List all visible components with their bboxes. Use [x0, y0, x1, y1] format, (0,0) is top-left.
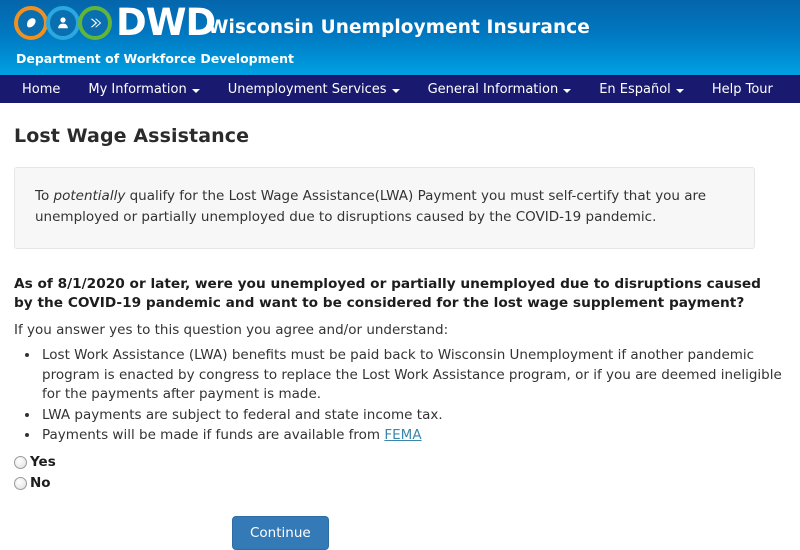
nav-item-general-information[interactable]: General Information — [414, 76, 586, 103]
list-item: LWA payments are subject to federal and … — [40, 406, 786, 426]
page-content: Lost Wage Assistance To potentially qual… — [0, 125, 800, 550]
info-box-text: To potentially qualify for the Lost Wage… — [35, 186, 734, 228]
list-item: Lost Work Assistance (LWA) benefits must… — [40, 346, 786, 405]
continue-button[interactable]: Continue — [232, 515, 329, 550]
page-title: Lost Wage Assistance — [14, 125, 250, 147]
certification-question: As of 8/1/2020 or later, were you unempl… — [14, 276, 761, 311]
nav-item-label: Help Tour — [711, 82, 773, 97]
info-box: To potentially qualify for the Lost Wage… — [14, 167, 755, 249]
radio-row-no[interactable]: No — [14, 473, 786, 494]
nav-item-label: General Information — [427, 82, 559, 97]
dwd-wordmark: DWD — [116, 1, 216, 44]
main-navigation: Home My Information Unemployment Service… — [0, 75, 800, 103]
hand-icon — [14, 6, 48, 40]
logo-circles — [14, 6, 112, 40]
answer-radio-group: Yes No — [14, 452, 786, 494]
site-header: DWD Wisconsin Unemployment Insurance Dep… — [0, 0, 800, 75]
nav-item-home[interactable]: Home — [8, 76, 74, 103]
nav-item-label: En Español — [599, 82, 671, 97]
agreement-intro: If you answer yes to this question you a… — [14, 322, 449, 338]
person-icon — [46, 6, 80, 40]
terms-list: Lost Work Assistance (LWA) benefits must… — [14, 346, 786, 446]
chevron-down-icon — [563, 88, 572, 93]
nav-item-label: My Information — [88, 82, 187, 97]
info-text-before: To — [35, 188, 54, 204]
list-item: Payments will be made if funds are avail… — [40, 426, 786, 446]
radio-no-label[interactable]: No — [30, 475, 51, 491]
chevron-down-icon — [191, 88, 200, 93]
nav-item-label: Home — [22, 82, 61, 97]
radio-row-yes[interactable]: Yes — [14, 452, 786, 473]
nav-item-label: Unemployment Services — [227, 82, 387, 97]
radio-yes[interactable] — [14, 455, 27, 469]
info-text-italic: potentially — [53, 188, 126, 204]
chevron-down-icon — [675, 88, 684, 93]
dwd-logo[interactable]: DWD — [14, 1, 216, 44]
site-title: Wisconsin Unemployment Insurance — [208, 17, 590, 38]
nav-item-en-espanol[interactable]: En Español — [585, 76, 698, 103]
radio-yes-label[interactable]: Yes — [30, 454, 56, 470]
nav-item-unemployment-services[interactable]: Unemployment Services — [214, 76, 414, 103]
info-text-after: qualify for the Lost Wage Assistance(LWA… — [35, 188, 707, 225]
chevron-down-icon — [391, 88, 400, 93]
fema-link[interactable]: FEMA — [384, 427, 421, 443]
button-row: Continue — [14, 515, 786, 550]
nav-item-my-information[interactable]: My Information — [74, 76, 213, 103]
nav-item-help-tour[interactable]: Help Tour — [698, 76, 787, 103]
site-subtitle: Department of Workforce Development — [16, 51, 294, 66]
radio-no[interactable] — [14, 476, 27, 490]
term-text-before-link: Payments will be made if funds are avail… — [42, 427, 385, 443]
chevrons-icon — [78, 6, 112, 40]
